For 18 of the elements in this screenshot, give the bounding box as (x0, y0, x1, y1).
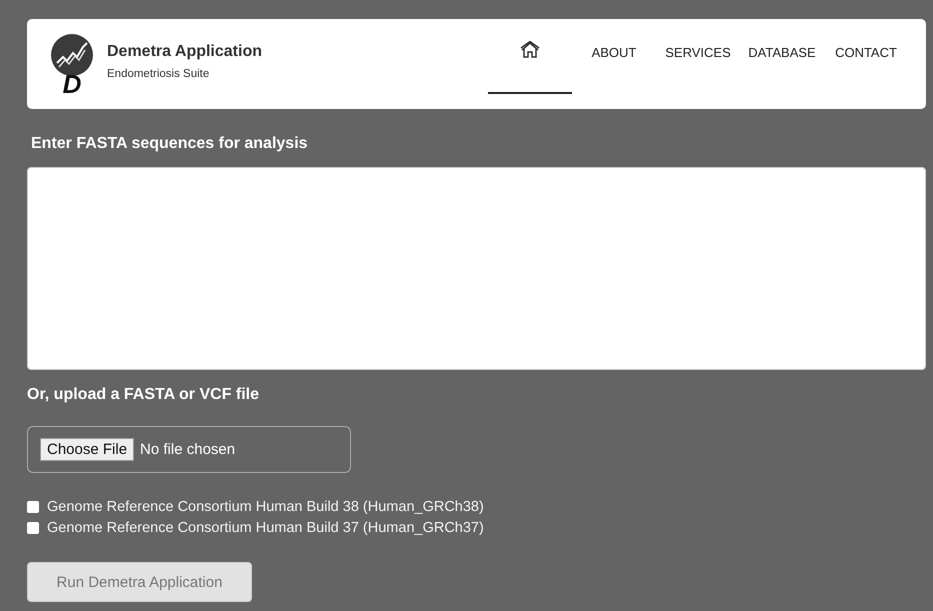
sequence-label: Enter FASTA sequences for analysis (31, 135, 309, 153)
file-input[interactable]: Choose File No file chosen (27, 426, 351, 473)
home-icon (520, 41, 540, 59)
app-subtitle: Endometriosis Suite (107, 68, 210, 80)
checkbox[interactable] (27, 501, 39, 513)
nav-link[interactable]: ABOUT (572, 19, 656, 109)
choose-file-button[interactable]: Choose File (40, 438, 134, 461)
checkbox[interactable] (27, 522, 39, 534)
logo: D (49, 33, 95, 95)
nav-link[interactable]: SERVICES (656, 19, 740, 109)
nav-link[interactable]: DATABASE (740, 19, 824, 109)
app-title: Demetra Application (107, 42, 262, 60)
checkbox-label: Genome Reference Consortium Human Build 38 (Human_GRCh38) (47, 499, 484, 515)
checkbox-label: Genome Reference Consortium Human Build 37 (Human_GRCh37) (47, 520, 484, 536)
sequence-input[interactable] (27, 167, 926, 370)
upload-label: Or, upload a FASTA or VCF file (27, 386, 260, 404)
nav-link[interactable]: CONTACT (824, 19, 908, 109)
file-status: No file chosen (140, 441, 236, 458)
